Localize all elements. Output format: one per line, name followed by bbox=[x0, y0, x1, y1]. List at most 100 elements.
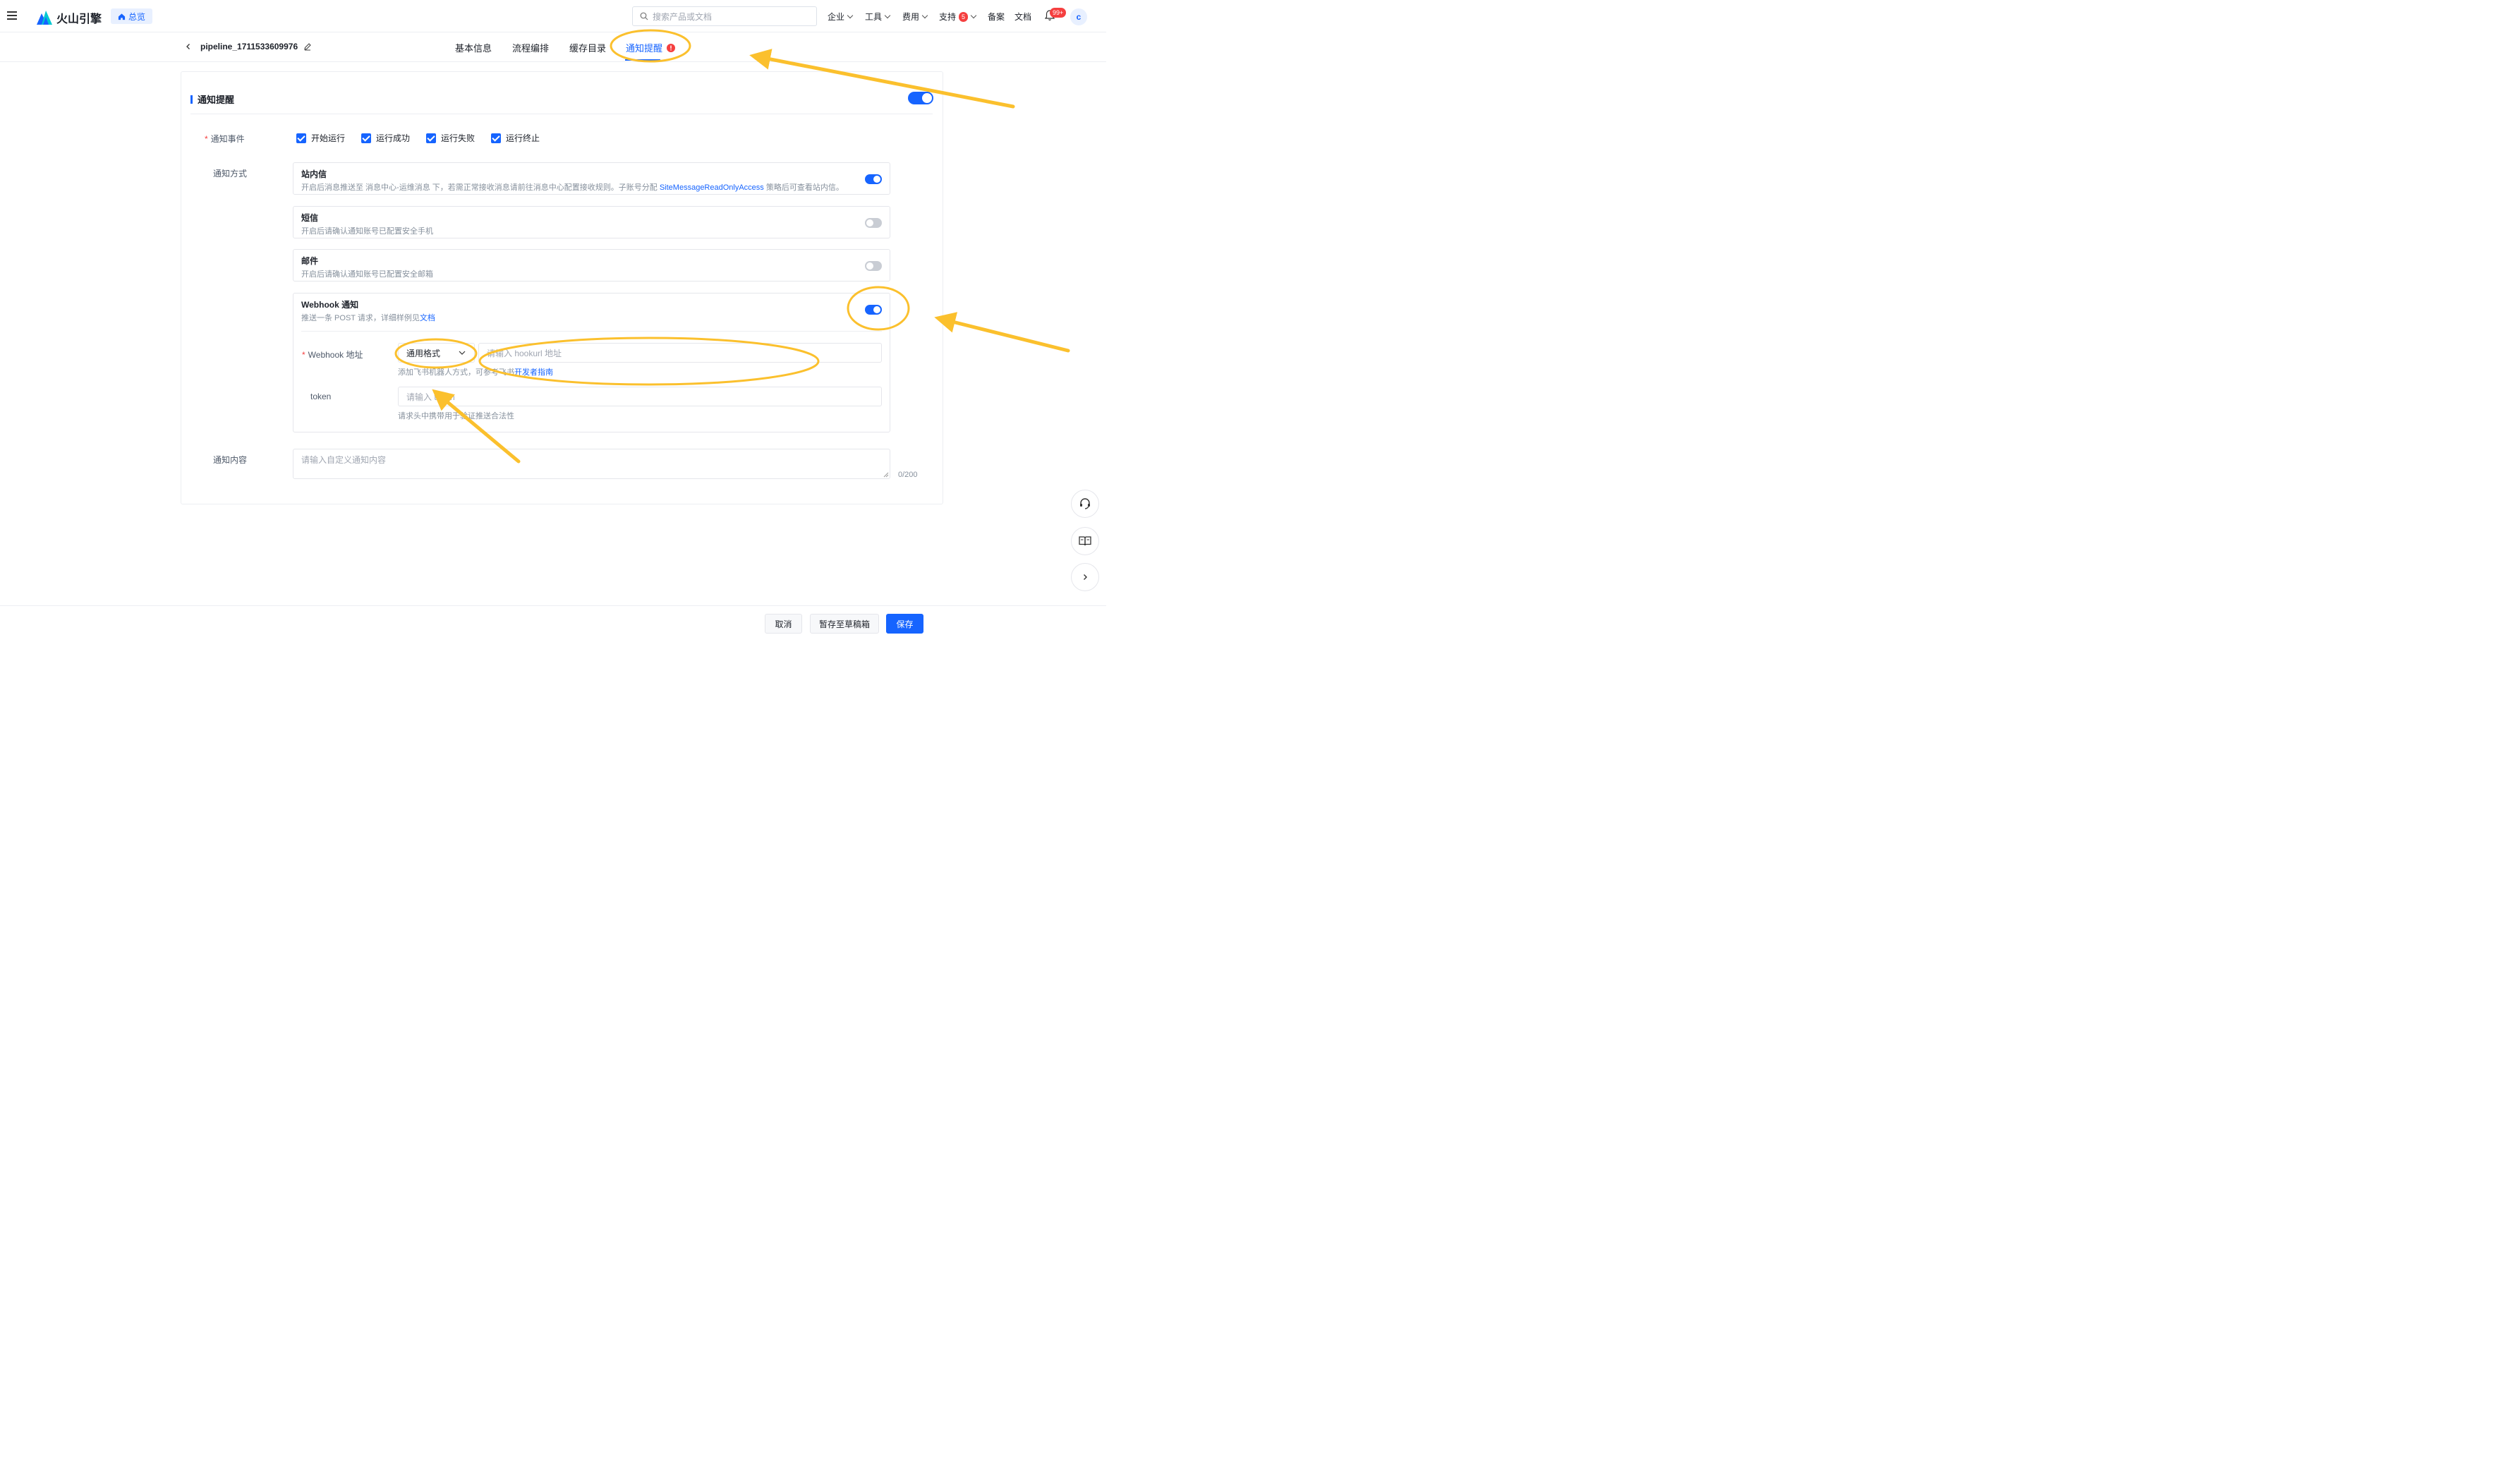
chevron-right-icon bbox=[1084, 574, 1087, 580]
toggle-knob bbox=[873, 306, 880, 313]
channel-title: 邮件 bbox=[301, 256, 319, 266]
active-tab-indicator bbox=[625, 59, 660, 61]
nav-tools[interactable]: 工具 bbox=[865, 11, 891, 23]
webhook-url-input[interactable]: 请输入 hookurl 地址 bbox=[478, 343, 882, 363]
pipeline-header: pipeline_1711533609976 基本信息 流程编排 缓存目录 通知… bbox=[0, 32, 1106, 62]
token-input[interactable]: 请输入 token bbox=[398, 387, 882, 406]
back-arrow-icon[interactable] bbox=[185, 43, 192, 50]
events-label-text: 通知事件 bbox=[210, 134, 245, 144]
channel-site-message: 站内信 开启后消息推送至 消息中心-运维消息 下，若需正常接收消息请前往消息中心… bbox=[293, 162, 890, 195]
chevron-down-icon bbox=[459, 351, 466, 355]
channel-title: 站内信 bbox=[301, 169, 327, 179]
channel-description: 推送一条 POST 请求，详细样例见文档 bbox=[301, 312, 435, 323]
support-badge: 5 bbox=[959, 11, 969, 22]
checkbox-label: 运行失败 bbox=[441, 133, 475, 143]
brand-name: 火山引擎 bbox=[56, 13, 102, 25]
content-char-counter: 0/200 bbox=[898, 471, 918, 479]
toggle-knob bbox=[873, 176, 880, 183]
action-footer bbox=[0, 605, 1106, 642]
nav-billing[interactable]: 费用 bbox=[902, 11, 928, 23]
home-overview-link[interactable]: 总览 bbox=[111, 8, 153, 24]
checkbox-label: 运行成功 bbox=[376, 133, 411, 143]
nav-support-label: 支持 bbox=[939, 12, 957, 22]
nav-filing[interactable]: 备案 bbox=[988, 11, 1005, 23]
webhook-url-hint-text: 添加飞书机器人方式，可参考飞书 bbox=[398, 368, 514, 377]
site-message-policy-link[interactable]: SiteMessageReadOnlyAccess bbox=[660, 183, 764, 192]
nav-filing-label: 备案 bbox=[988, 12, 1005, 22]
checkbox-run-success[interactable]: 运行成功 bbox=[361, 132, 410, 144]
required-asterisk: * bbox=[302, 350, 305, 360]
tab-cache-directory[interactable]: 缓存目录 bbox=[569, 41, 606, 54]
tab-notification[interactable]: 通知提醒 bbox=[626, 41, 676, 54]
webhook-format-value: 通用格式 bbox=[406, 348, 441, 358]
toggle-knob bbox=[866, 262, 873, 270]
email-toggle[interactable] bbox=[865, 261, 882, 271]
checkbox-run-failed[interactable]: 运行失败 bbox=[426, 132, 475, 144]
hamburger-menu-icon[interactable] bbox=[6, 9, 18, 22]
developer-guide-link[interactable]: 开发者指南 bbox=[514, 368, 553, 377]
pipeline-title: pipeline_1711533609976 bbox=[185, 42, 312, 52]
notification-settings-card bbox=[181, 71, 943, 504]
webhook-docs-link[interactable]: 文档 bbox=[420, 314, 435, 322]
brand-logo[interactable]: 火山引擎 bbox=[37, 9, 102, 26]
channel-title: 短信 bbox=[301, 213, 319, 223]
chevron-down-icon bbox=[921, 12, 928, 19]
channel-desc-text: 推送一条 POST 请求，详细样例见 bbox=[301, 314, 420, 322]
cancel-button[interactable]: 取消 bbox=[765, 614, 802, 634]
toggle-knob bbox=[922, 93, 932, 103]
expand-panel-button[interactable] bbox=[1071, 563, 1099, 591]
webhook-format-select[interactable]: 通用格式 bbox=[398, 343, 475, 363]
notification-content-textarea[interactable]: 请输入自定义通知内容 bbox=[293, 449, 890, 479]
channel-description: 开启后消息推送至 消息中心-运维消息 下，若需正常接收消息请前往消息中心配置接收… bbox=[301, 181, 844, 193]
docs-book-button[interactable] bbox=[1071, 527, 1099, 555]
nav-docs[interactable]: 文档 bbox=[1014, 11, 1031, 23]
chevron-down-icon bbox=[970, 12, 977, 19]
tab-flow-orchestration[interactable]: 流程编排 bbox=[512, 41, 549, 54]
nav-support[interactable]: 支持 5 bbox=[939, 11, 977, 23]
channel-webhook: Webhook 通知 推送一条 POST 请求，详细样例见文档 bbox=[293, 293, 890, 432]
home-tag-label: 总览 bbox=[128, 11, 146, 22]
section-accent-bar bbox=[190, 95, 193, 104]
resize-handle-icon[interactable] bbox=[883, 472, 889, 478]
search-icon bbox=[640, 12, 648, 20]
chevron-down-icon bbox=[847, 12, 854, 19]
checkbox-label: 开始运行 bbox=[311, 133, 346, 143]
user-avatar[interactable]: c bbox=[1070, 8, 1087, 25]
section-title: 通知提醒 bbox=[190, 92, 234, 106]
save-draft-button[interactable]: 暂存至草稿箱 bbox=[810, 614, 879, 634]
checkbox-start-run[interactable]: 开始运行 bbox=[296, 132, 345, 144]
search-placeholder: 搜索产品或文档 bbox=[653, 11, 713, 22]
headset-icon bbox=[1080, 498, 1090, 509]
webhook-toggle[interactable] bbox=[865, 305, 882, 315]
checkbox-run-terminated[interactable]: 运行终止 bbox=[491, 132, 540, 144]
channel-title: Webhook 通知 bbox=[301, 300, 359, 310]
pipeline-name: pipeline_1711533609976 bbox=[200, 42, 298, 52]
webhook-address-label-text: Webhook 地址 bbox=[308, 350, 363, 360]
channel-sms: 短信 开启后请确认通知账号已配置安全手机 bbox=[293, 206, 890, 238]
customer-service-button[interactable] bbox=[1071, 490, 1099, 518]
home-icon bbox=[118, 13, 126, 20]
volcano-logo-icon bbox=[37, 11, 52, 25]
content-label: 通知内容 bbox=[213, 455, 248, 465]
webhook-url-hint: 添加飞书机器人方式，可参考飞书开发者指南 bbox=[398, 366, 553, 377]
toggle-knob bbox=[866, 219, 873, 226]
channel-description: 开启后请确认通知账号已配置安全手机 bbox=[301, 227, 433, 236]
checkbox-checked-icon bbox=[361, 133, 371, 143]
top-navbar: 火山引擎 总览 搜索产品或文档 企业 工具 费用 支持 5 备案 文档 99+ c bbox=[0, 0, 1106, 32]
channel-description: 开启后请确认通知账号已配置安全邮箱 bbox=[301, 270, 433, 279]
tab-basic-info[interactable]: 基本信息 bbox=[455, 41, 492, 54]
annotation-arrow-2 bbox=[934, 312, 1070, 353]
site-message-toggle[interactable] bbox=[865, 174, 882, 184]
channel-desc-text: 开启后消息推送至 消息中心-运维消息 下，若需正常接收消息请前往消息中心配置接收… bbox=[301, 183, 658, 192]
notification-badge: 99+ bbox=[1050, 8, 1067, 18]
nav-enterprise[interactable]: 企业 bbox=[828, 11, 854, 23]
events-label: * 通知事件 bbox=[205, 133, 245, 145]
notification-master-toggle[interactable] bbox=[908, 92, 933, 104]
sms-toggle[interactable] bbox=[865, 218, 882, 228]
channel-email: 邮件 开启后请确认通知账号已配置安全邮箱 bbox=[293, 249, 890, 281]
checkbox-checked-icon bbox=[426, 133, 436, 143]
search-input[interactable]: 搜索产品或文档 bbox=[632, 6, 817, 26]
save-button[interactable]: 保存 bbox=[886, 614, 923, 634]
webhook-address-label: * Webhook 地址 bbox=[302, 349, 363, 361]
edit-pencil-icon[interactable] bbox=[303, 42, 312, 51]
